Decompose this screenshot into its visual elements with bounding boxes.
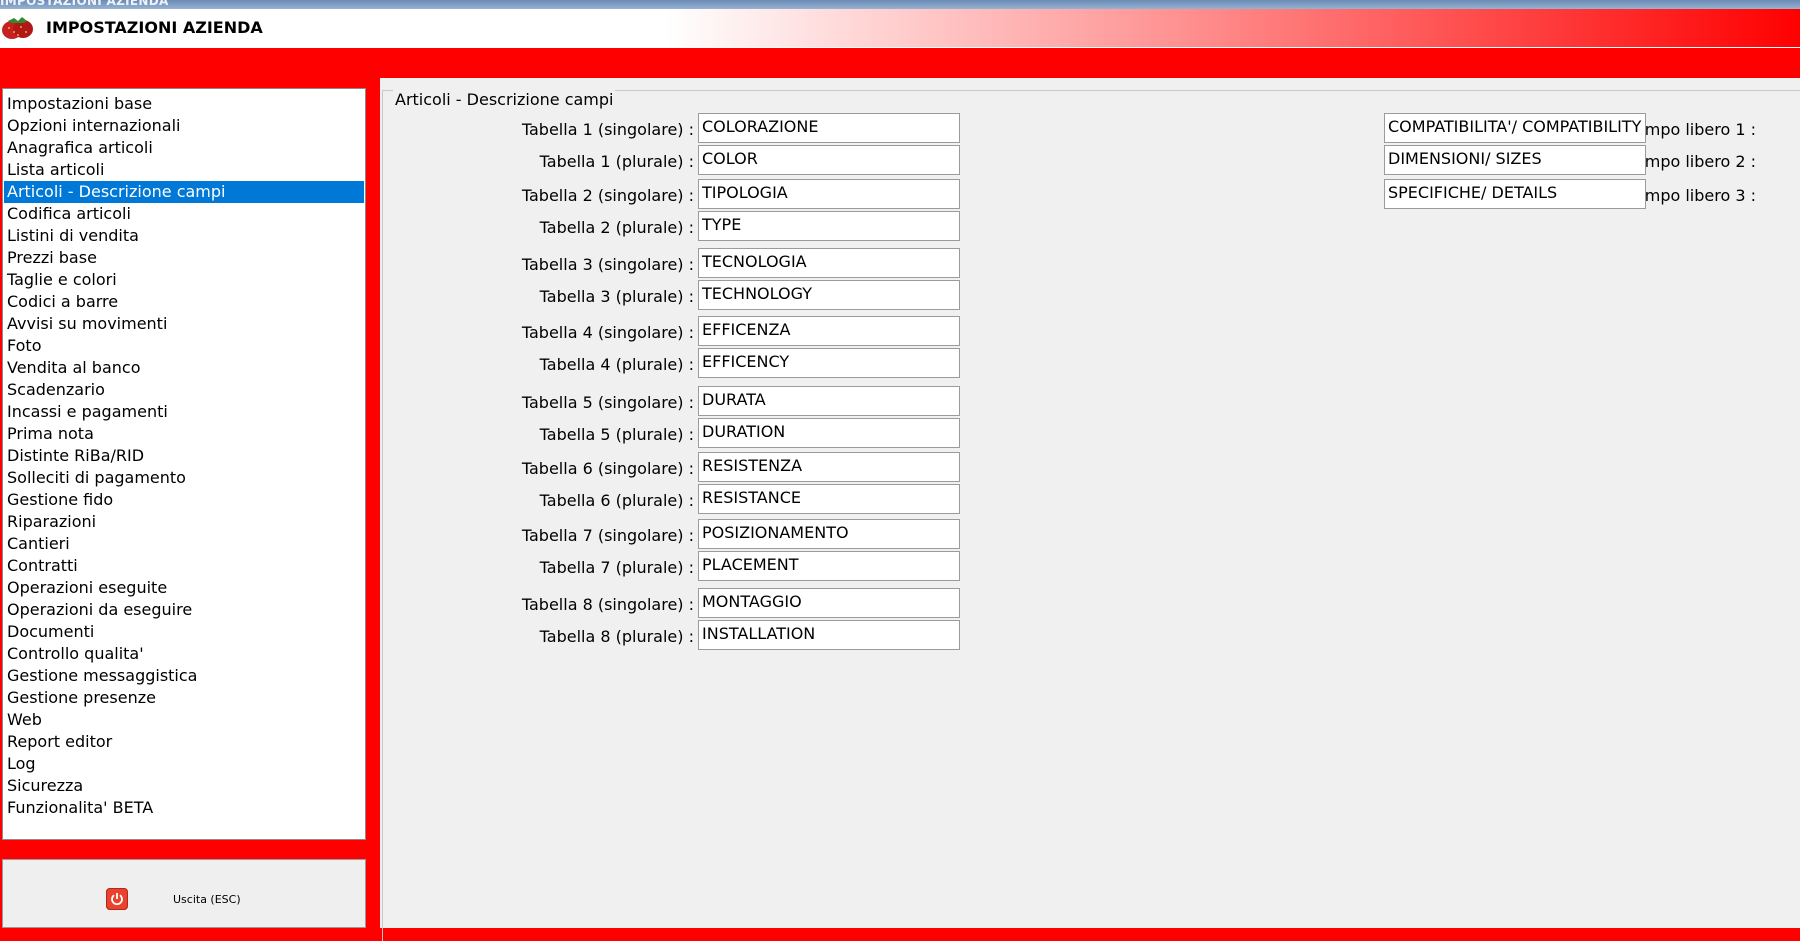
sidebar-item[interactable]: Impostazioni base [4, 93, 364, 115]
sidebar-item[interactable]: Funzionalita' BETA [4, 797, 364, 819]
sidebar-item[interactable]: Lista articoli [4, 159, 364, 181]
table-field-input[interactable]: RESISTANCE [698, 484, 960, 514]
window-title-bar: IMPOSTAZIONI AZIENDA [0, 0, 1800, 9]
header-band [0, 48, 1800, 78]
sidebar-item[interactable]: Operazioni eseguite [4, 577, 364, 599]
app-title: IMPOSTAZIONI AZIENDA [46, 18, 263, 37]
sidebar-item[interactable]: Codici a barre [4, 291, 364, 313]
table-field-input[interactable]: TECNOLOGIA [698, 248, 960, 278]
table-field-label: Tabella 5 (singolare) : [521, 393, 694, 412]
sidebar-item[interactable]: Riparazioni [4, 511, 364, 533]
nav-items: Impostazioni base Opzioni internazionali A… [3, 89, 365, 819]
sidebar-item[interactable]: Distinte RiBa/RID [4, 445, 364, 467]
sidebar-item[interactable]: Cantieri [4, 533, 364, 555]
table-field-input[interactable]: INSTALLATION [698, 620, 960, 650]
sidebar-item[interactable]: Articoli - Descrizione campi [4, 181, 364, 203]
table-field-label: Tabella 2 (plurale) : [539, 218, 694, 237]
sidebar-item[interactable]: Prima nota [4, 423, 364, 445]
table-field-label: Tabella 3 (plurale) : [539, 287, 694, 306]
sidebar-item[interactable]: Avvisi su movimenti [4, 313, 364, 335]
table-field-input[interactable]: PLACEMENT [698, 551, 960, 581]
sidebar-item[interactable]: Vendita al banco [4, 357, 364, 379]
table-field-label: Tabella 7 (plurale) : [539, 558, 694, 577]
sidebar-item[interactable]: Operazioni da eseguire [4, 599, 364, 621]
app-header: IMPOSTAZIONI AZIENDA [0, 9, 1800, 48]
table-field-input[interactable]: DURATION [698, 418, 960, 448]
sidebar-item[interactable]: Taglie e colori [4, 269, 364, 291]
table-field-label: Tabella 6 (plurale) : [539, 491, 694, 510]
table-field-label: Tabella 4 (plurale) : [539, 355, 694, 374]
sidebar-item[interactable]: Anagrafica articoli [4, 137, 364, 159]
sidebar-item[interactable]: Controllo qualita' [4, 643, 364, 665]
table-field-input[interactable]: COLORAZIONE [698, 113, 960, 143]
sidebar-item[interactable]: Documenti [4, 621, 364, 643]
table-field-input[interactable]: EFFICENZA [698, 316, 960, 346]
sidebar-item[interactable]: Sicurezza [4, 775, 364, 797]
sidebar-item[interactable]: Log [4, 753, 364, 775]
sidebar-item[interactable]: Solleciti di pagamento [4, 467, 364, 489]
table-field-label: Tabella 7 (singolare) : [521, 526, 694, 545]
power-icon[interactable] [106, 888, 128, 910]
table-field-input[interactable]: COLOR [698, 145, 960, 175]
table-field-input[interactable]: EFFICENCY [698, 348, 960, 378]
sidebar-item[interactable]: Opzioni internazionali [4, 115, 364, 137]
table-field-label: Tabella 1 (plurale) : [539, 152, 694, 171]
sidebar-item[interactable]: Contratti [4, 555, 364, 577]
table-field-label: Tabella 2 (singolare) : [521, 186, 694, 205]
sidebar-item[interactable]: Scadenzario [4, 379, 364, 401]
strawberry-icon [2, 17, 33, 39]
sidebar-item[interactable]: Foto [4, 335, 364, 357]
table-field-label: Tabella 5 (plurale) : [539, 425, 694, 444]
table-field-input[interactable]: TECHNOLOGY [698, 280, 960, 310]
table-field-input[interactable]: TIPOLOGIA [698, 179, 960, 209]
main-content: Articoli - Descrizione campi Tabella 1 (… [380, 78, 1800, 941]
sidebar-item[interactable]: Report editor [4, 731, 364, 753]
table-field-label: Tabella 6 (singolare) : [521, 459, 694, 478]
exit-panel: Uscita (ESC) [2, 859, 366, 928]
table-field-input[interactable]: POSIZIONAMENTO [698, 519, 960, 549]
table-field-input[interactable]: TYPE [698, 211, 960, 241]
sidebar-item[interactable]: Listini di vendita [4, 225, 364, 247]
sidebar-item[interactable]: Codifica articoli [4, 203, 364, 225]
table-field-label: Tabella 4 (singolare) : [521, 323, 694, 342]
table-field-input[interactable]: RESISTENZA [698, 452, 960, 482]
free-field-input[interactable]: DIMENSIONI/ SIZES [1384, 145, 1646, 175]
table-field-label: Tabella 8 (plurale) : [539, 627, 694, 646]
free-field-input[interactable]: SPECIFICHE/ DETAILS [1384, 179, 1646, 209]
sidebar-item[interactable]: Web [4, 709, 364, 731]
sidebar-item[interactable]: Gestione presenze [4, 687, 364, 709]
free-field-input[interactable]: COMPATIBILITA'/ COMPATIBILITY [1384, 113, 1646, 143]
settings-nav-list[interactable]: Impostazioni base Opzioni internazionali A… [2, 88, 366, 840]
window-title: IMPOSTAZIONI AZIENDA [0, 0, 169, 8]
table-field-label: Tabella 1 (singolare) : [521, 120, 694, 139]
sidebar-item[interactable]: Incassi e pagamenti [4, 401, 364, 423]
group-title: Articoli - Descrizione campi [393, 90, 616, 109]
table-field-label: Tabella 3 (singolare) : [521, 255, 694, 274]
table-field-input[interactable]: DURATA [698, 386, 960, 416]
table-field-input[interactable]: MONTAGGIO [698, 588, 960, 618]
sidebar-item[interactable]: Prezzi base [4, 247, 364, 269]
sidebar-item[interactable]: Gestione messaggistica [4, 665, 364, 687]
sidebar-item[interactable]: Gestione fido [4, 489, 364, 511]
table-field-label: Tabella 8 (singolare) : [521, 595, 694, 614]
exit-button-label[interactable]: Uscita (ESC) [173, 893, 241, 906]
